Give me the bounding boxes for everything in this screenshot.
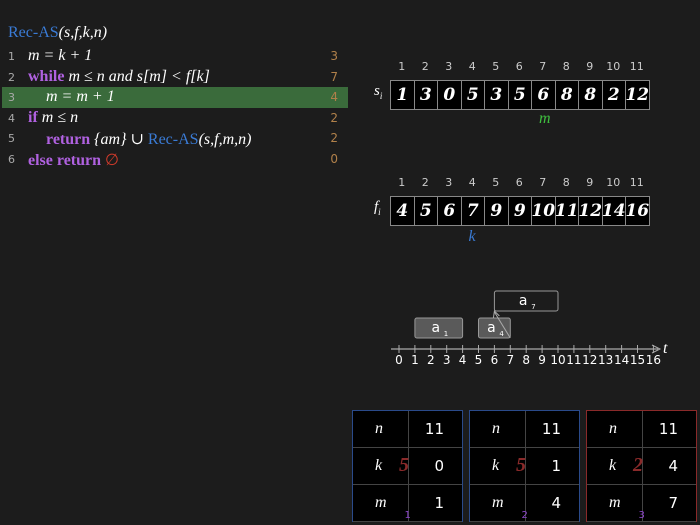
activity-subscript: 4 bbox=[499, 330, 504, 338]
var-name: k bbox=[609, 457, 617, 474]
tick-label: 12 bbox=[582, 353, 597, 367]
frame-row-n: n 11 bbox=[353, 411, 462, 448]
tick-label: 6 bbox=[491, 353, 499, 367]
axis-label: t bbox=[663, 340, 668, 357]
tick-label: 3 bbox=[443, 353, 451, 367]
activity-subscript: 7 bbox=[531, 303, 535, 311]
annotation-number: 5 bbox=[516, 454, 526, 476]
frame-row-k: k 0 5 bbox=[353, 448, 462, 485]
tick-label: 15 bbox=[630, 353, 645, 367]
var-value: 11 bbox=[658, 420, 678, 438]
var-name: k bbox=[492, 457, 500, 474]
frame-row-k: k 4 2 bbox=[587, 448, 696, 485]
var-value: 7 bbox=[668, 494, 678, 512]
frame-row-n: n 11 bbox=[587, 411, 696, 448]
var-name: m bbox=[375, 494, 387, 511]
activity-label: a bbox=[519, 293, 528, 309]
frame-3[interactable]: n 11 k 4 2 m 7 3 bbox=[586, 410, 697, 522]
var-value: 11 bbox=[541, 420, 561, 438]
frame-number: 2 bbox=[521, 510, 528, 521]
tick-label: 13 bbox=[598, 353, 613, 367]
var-value: 4 bbox=[668, 457, 678, 475]
activity-label: a bbox=[487, 320, 496, 336]
tick-label: 11 bbox=[566, 353, 581, 367]
tick-label: 9 bbox=[538, 353, 546, 367]
frame-1[interactable]: n 11 k 0 5 m 1 1 bbox=[352, 410, 463, 522]
frame-row-n: n 11 bbox=[470, 411, 579, 448]
annotation-number: 5 bbox=[399, 454, 409, 476]
var-name: n bbox=[375, 420, 383, 437]
frame-number: 1 bbox=[404, 510, 411, 521]
var-value: 1 bbox=[434, 494, 444, 512]
tick-label: 10 bbox=[550, 353, 565, 367]
var-name: m bbox=[609, 494, 621, 511]
var-name: n bbox=[609, 420, 617, 437]
tick-label: 2 bbox=[427, 353, 435, 367]
activity-label: a bbox=[431, 320, 440, 336]
frame-number: 3 bbox=[638, 510, 645, 521]
tick-label: 7 bbox=[506, 353, 514, 367]
activity-subscript: 1 bbox=[444, 330, 448, 338]
tick-label: 8 bbox=[522, 353, 530, 367]
tick-label: 4 bbox=[459, 353, 467, 367]
tick-label: 0 bbox=[395, 353, 403, 367]
var-name: k bbox=[375, 457, 383, 474]
var-value: 0 bbox=[434, 457, 444, 475]
tick-label: 1 bbox=[411, 353, 419, 367]
var-name: m bbox=[492, 494, 504, 511]
annotation-number: 2 bbox=[633, 454, 643, 476]
var-value: 11 bbox=[424, 420, 444, 438]
frame-row-k: k 1 5 bbox=[470, 448, 579, 485]
tick-label: 16 bbox=[646, 353, 661, 367]
var-name: n bbox=[492, 420, 500, 437]
var-value: 4 bbox=[551, 494, 561, 512]
tick-label: 14 bbox=[614, 353, 629, 367]
var-value: 1 bbox=[551, 457, 561, 475]
frame-2[interactable]: n 11 k 1 5 m 4 2 bbox=[469, 410, 580, 522]
tick-label: 5 bbox=[475, 353, 483, 367]
